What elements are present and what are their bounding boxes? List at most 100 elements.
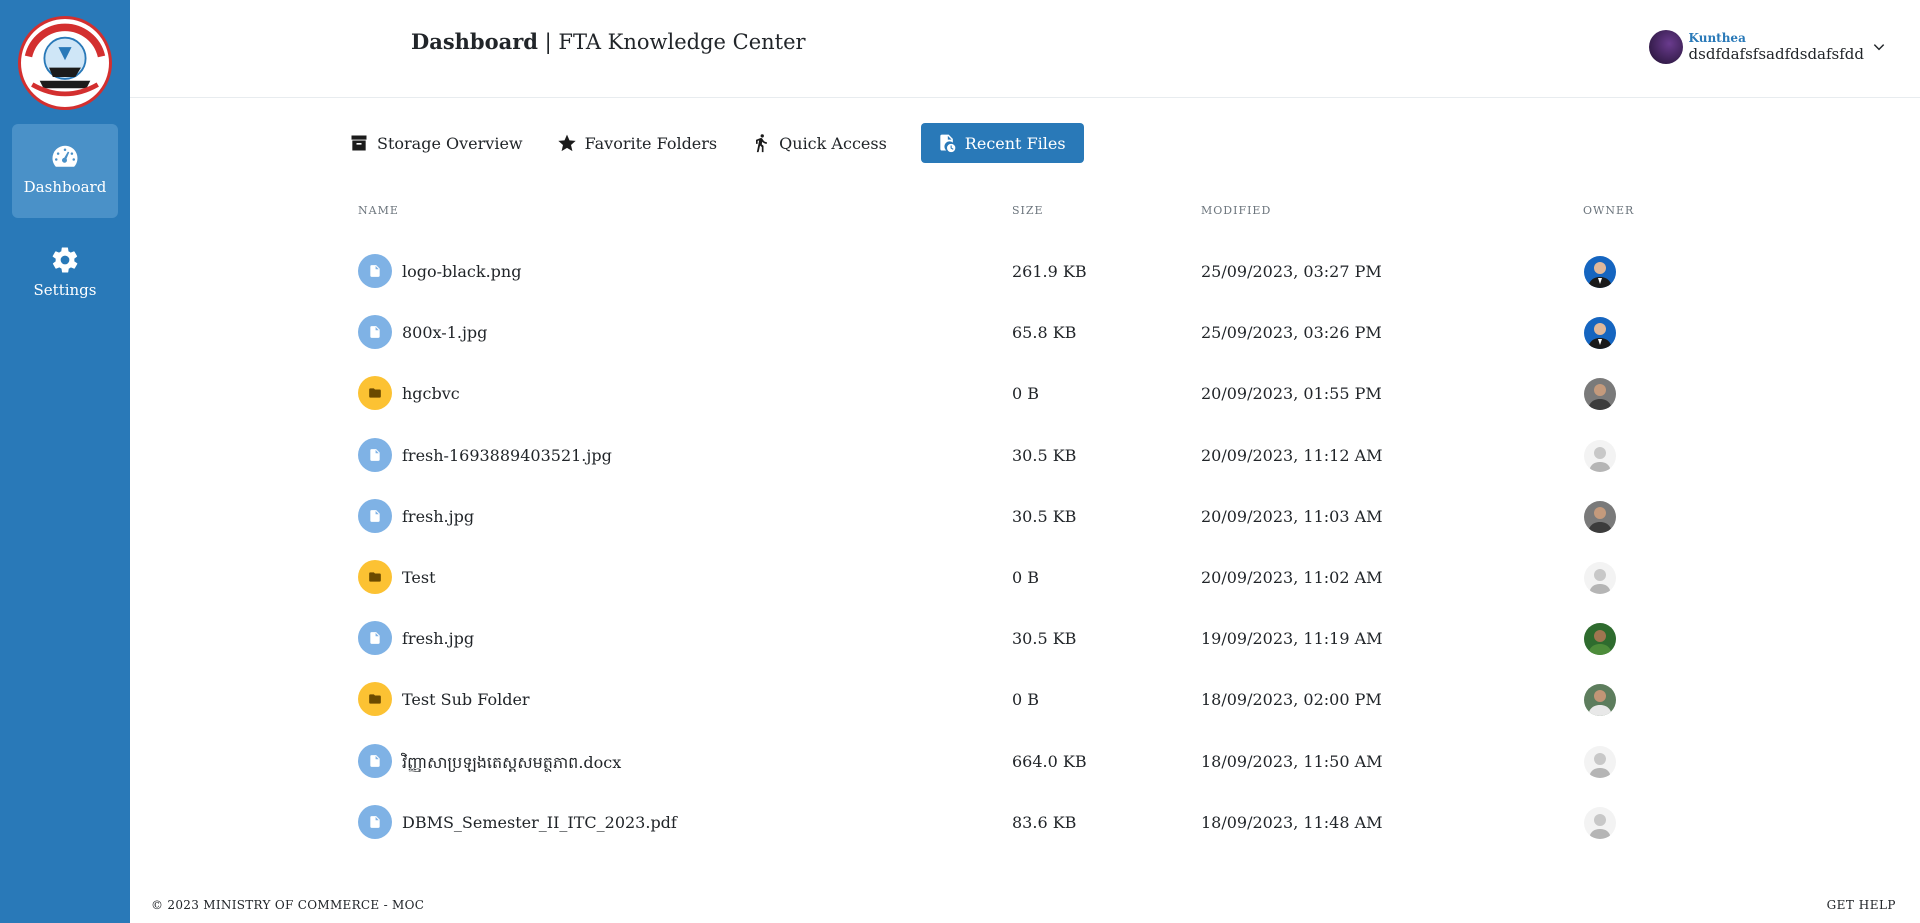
tab-recent-files[interactable]: Recent Files [920, 123, 1084, 163]
file-name[interactable]: DBMS_Semester_II_ITC_2023.pdf [402, 813, 677, 832]
file-name[interactable]: logo-black.png [402, 262, 521, 281]
tab-storage-overview[interactable]: Storage Overview [349, 123, 540, 163]
folder-type-icon [358, 560, 392, 594]
tab-label: Recent Files [964, 133, 1066, 153]
file-type-icon [358, 804, 392, 839]
page-title: Dashboard | FTA Knowledge Center [411, 29, 806, 54]
file-size: 664.0 KB [1012, 751, 1087, 771]
file-icon [370, 754, 380, 767]
file-size: 261.9 KB [1012, 262, 1087, 281]
file-icon [370, 815, 380, 828]
user-status: dsdfdafsfsadfdsdafsfdd [1688, 45, 1864, 63]
user-avatar [1648, 30, 1683, 64]
table-row[interactable]: logo-black.png 261.9 KB 25/09/2023, 03:27 … [358, 254, 1618, 314]
page-title-rest: | FTA Knowledge Center [537, 30, 806, 54]
folder-type-icon [358, 682, 392, 717]
file-icon [370, 326, 380, 339]
table-row[interactable]: Test 0 B 20/09/2023, 11:02 AM [358, 560, 1618, 620]
top-header: Dashboard | FTA Knowledge Center Kunthea… [130, 0, 1920, 98]
tab-label: Storage Overview [377, 133, 523, 153]
table-row[interactable]: hgcbvc 0 B 20/09/2023, 01:55 PM [358, 376, 1618, 436]
sidebar: Dashboard Settings [0, 0, 130, 923]
file-modified: 20/09/2023, 11:12 AM [1201, 445, 1383, 465]
table-row[interactable]: វិញ្ញាសាប្រឡងតេស្តសមត្ថភាព.docx 664.0 KB 1… [358, 743, 1618, 804]
file-size: 0 B [1012, 690, 1040, 710]
file-clock-icon [940, 134, 956, 153]
user-name: Kunthea [1688, 31, 1746, 45]
file-icon [370, 632, 380, 645]
tab-label: Quick Access [779, 133, 887, 153]
sidebar-item-dashboard[interactable]: Dashboard [12, 124, 118, 218]
folder-icon [369, 572, 381, 582]
owner-avatar [1584, 500, 1616, 533]
tab-favorite-folders[interactable]: Favorite Folders [557, 123, 735, 163]
file-type-icon [358, 498, 392, 533]
file-size: 30.5 KB [1012, 445, 1077, 465]
file-name[interactable]: Test [402, 568, 436, 587]
table-row[interactable]: fresh.jpg 30.5 KB 19/09/2023, 11:19 AM [358, 621, 1618, 681]
gear-icon [52, 247, 78, 273]
file-size: 0 B [1012, 568, 1040, 587]
archive-icon [351, 135, 367, 151]
owner-avatar [1584, 684, 1616, 717]
running-icon [756, 134, 767, 153]
tab-bar: Storage Overview Favorite Folders Quick … [349, 123, 1084, 163]
owner-avatar [1584, 439, 1616, 472]
file-size: 83.6 KB [1012, 812, 1077, 832]
tab-label: Favorite Folders [584, 133, 718, 153]
column-header-size[interactable]: SIZE [1012, 204, 1044, 217]
file-size: 30.5 KB [1012, 506, 1077, 526]
column-header-modified[interactable]: MODIFIED [1201, 204, 1271, 217]
file-icon [370, 509, 380, 522]
folder-type-icon [358, 376, 392, 411]
file-name[interactable]: 800x-1.jpg [402, 323, 487, 342]
ministry-logo[interactable] [18, 16, 112, 110]
tab-quick-access[interactable]: Quick Access [751, 123, 904, 163]
file-modified: 20/09/2023, 11:02 AM [1201, 568, 1383, 587]
star-icon [557, 134, 576, 152]
footer-copyright: © 2023 MINISTRY OF COMMERCE - MOC [151, 898, 425, 912]
user-info: Kunthea dsdfdafsfsadfdsdafsfdd [1689, 31, 1864, 63]
file-type-icon [358, 743, 392, 778]
folder-icon [369, 388, 381, 399]
table-row[interactable]: Test Sub Folder 0 B 18/09/2023, 02:00 PM [358, 682, 1618, 742]
file-modified: 20/09/2023, 11:03 AM [1201, 506, 1383, 526]
file-name[interactable]: fresh-1693889403521.jpg [402, 446, 612, 465]
owner-avatar [1584, 745, 1616, 778]
owner-avatar [1584, 623, 1616, 656]
file-size: 0 B [1012, 384, 1040, 404]
file-modified: 20/09/2023, 01:55 PM [1201, 384, 1382, 404]
file-name[interactable]: hgcbvc [402, 384, 460, 403]
file-type-icon [358, 315, 392, 350]
chevron-down-icon[interactable] [1872, 40, 1886, 54]
file-type-icon [358, 621, 392, 656]
page-title-bold: Dashboard [411, 29, 538, 54]
owner-avatar [1584, 317, 1616, 350]
folder-icon [369, 694, 381, 705]
sidebar-item-settings[interactable]: Settings [12, 227, 118, 321]
table-row[interactable]: fresh-1693889403521.jpg 30.5 KB 20/09/2023… [358, 437, 1618, 498]
table-row[interactable]: DBMS_Semester_II_ITC_2023.pdf 83.6 KB 18/0… [358, 804, 1618, 865]
file-size: 65.8 KB [1012, 323, 1077, 343]
owner-avatar [1584, 256, 1616, 288]
file-modified: 18/09/2023, 11:50 AM [1201, 751, 1383, 771]
file-modified: 25/09/2023, 03:27 PM [1201, 262, 1382, 281]
get-help-link[interactable]: GET HELP [1827, 898, 1896, 912]
file-name[interactable]: fresh.jpg [402, 507, 474, 526]
file-modified: 19/09/2023, 11:19 AM [1201, 629, 1383, 649]
owner-avatar [1584, 562, 1616, 594]
file-type-icon [358, 254, 392, 288]
file-modified: 18/09/2023, 11:48 AM [1201, 812, 1383, 832]
table-row[interactable]: fresh.jpg 30.5 KB 20/09/2023, 11:03 AM [358, 498, 1618, 559]
sidebar-item-label: Settings [33, 281, 97, 299]
file-modified: 25/09/2023, 03:26 PM [1201, 323, 1382, 343]
file-type-icon [358, 437, 392, 472]
user-menu[interactable]: Kunthea dsdfdafsfsadfdsdafsfdd [1648, 27, 1886, 67]
owner-avatar [1584, 806, 1616, 839]
table-row[interactable]: 800x-1.jpg 65.8 KB 25/09/2023, 03:26 PM [358, 315, 1618, 375]
file-name[interactable]: វិញ្ញាសាប្រឡងតេស្តសមត្ថភាព.docx [402, 752, 621, 776]
owner-avatar [1584, 378, 1616, 411]
column-header-name[interactable]: NAME [358, 204, 399, 217]
file-name[interactable]: Test Sub Folder [402, 690, 530, 709]
file-name[interactable]: fresh.jpg [402, 629, 474, 648]
